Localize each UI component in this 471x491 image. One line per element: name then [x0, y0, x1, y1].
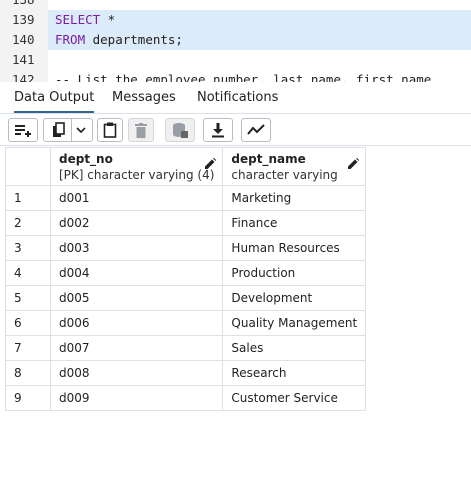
editor-line: 141 [0, 50, 471, 70]
table-row[interactable]: 7 d007 Sales [5, 335, 367, 361]
editor-line: 139 SELECT * [0, 10, 471, 30]
tab-messages[interactable]: Messages [112, 89, 176, 113]
table-row[interactable]: 5 d005 Development [5, 285, 367, 311]
grid-header-row: dept_no [PK] character varying (4) dept_… [5, 147, 367, 186]
cell-dept-name[interactable]: Finance [222, 210, 367, 236]
cell-dept-name[interactable]: Human Resources [222, 235, 367, 261]
results-tab-bar: Data Output Messages Notifications [0, 82, 471, 114]
copy-button-group[interactable] [43, 118, 93, 142]
row-number[interactable]: 3 [5, 235, 51, 261]
save-data-icon [173, 123, 188, 138]
results-toolbar [0, 114, 471, 146]
table-row[interactable]: 6 d006 Quality Management [5, 310, 367, 336]
cell-dept-name[interactable]: Sales [222, 335, 367, 361]
copy-icon [52, 122, 65, 137]
cell-dept-name[interactable]: Production [222, 260, 367, 286]
cell-dept-no[interactable]: d004 [49, 260, 224, 286]
graph-visualiser-icon [247, 124, 265, 135]
column-header-content: dept_no [PK] character varying (4) [59, 152, 217, 183]
editor-line: 142 -- List the employee number, last na… [0, 70, 471, 82]
cell-dept-no[interactable]: d003 [49, 235, 224, 261]
sql-editor[interactable]: 138 139 SELECT * 140 FROM departments; 1… [0, 0, 471, 82]
save-data-button[interactable] [165, 118, 195, 142]
row-number[interactable]: 1 [5, 185, 51, 211]
row-number[interactable]: 2 [5, 210, 51, 236]
add-row-icon [15, 125, 31, 137]
paste-button[interactable] [97, 118, 123, 142]
edit-pencil-icon[interactable] [348, 158, 360, 169]
dropdown-chevron-icon [75, 127, 86, 134]
table-row[interactable]: 4 d004 Production [5, 260, 367, 286]
column-header-dept-name[interactable]: dept_name character varying [222, 147, 367, 186]
line-number: 139 [12, 12, 35, 27]
results-grid: dept_no [PK] character varying (4) dept_… [5, 147, 367, 411]
row-number-header [5, 147, 51, 186]
add-row-button[interactable] [8, 118, 38, 142]
cell-dept-no[interactable]: d002 [49, 210, 224, 236]
column-header-dept-no[interactable]: dept_no [PK] character varying (4) [49, 147, 224, 186]
row-number[interactable]: 9 [5, 385, 51, 411]
table-row[interactable]: 2 d002 Finance [5, 210, 367, 236]
table-row[interactable]: 1 d001 Marketing [5, 185, 367, 211]
cell-dept-name[interactable]: Customer Service [222, 385, 367, 411]
table-row[interactable]: 8 d008 Research [5, 360, 367, 386]
code-rest: departments; [85, 32, 183, 47]
sql-keyword: FROM [55, 32, 86, 47]
column-header-content: dept_name character varying [231, 152, 360, 183]
table-row[interactable]: 3 d003 Human Resources [5, 235, 367, 261]
cell-dept-name[interactable]: Marketing [222, 185, 367, 211]
line-number: 142 [12, 72, 35, 82]
cell-dept-no[interactable]: d009 [49, 385, 224, 411]
code-rest: * [100, 12, 116, 27]
cell-dept-no[interactable]: d007 [49, 335, 224, 361]
column-type: character varying [231, 168, 338, 182]
column-name: dept_name [231, 152, 306, 166]
delete-button[interactable] [128, 118, 154, 142]
cell-dept-no[interactable]: d006 [49, 310, 224, 336]
line-number: 138 [12, 0, 42, 10]
button-divider [70, 119, 72, 141]
edit-pencil-icon[interactable] [205, 158, 217, 169]
code-text: FROM departments; [55, 30, 183, 50]
row-number[interactable]: 8 [5, 360, 51, 386]
row-number[interactable]: 5 [5, 285, 51, 311]
row-number[interactable]: 7 [5, 335, 51, 361]
cell-dept-no[interactable]: d001 [49, 185, 224, 211]
data-grid-area: dept_no [PK] character varying (4) dept_… [0, 147, 471, 491]
sql-keyword: SELECT [55, 12, 101, 27]
paste-icon [103, 122, 117, 138]
download-button[interactable] [203, 118, 233, 142]
column-type: [PK] character varying (4) [59, 168, 215, 182]
code-text: SELECT * [55, 10, 115, 30]
download-icon [212, 123, 224, 138]
row-number[interactable]: 4 [5, 260, 51, 286]
tab-notifications[interactable]: Notifications [197, 89, 278, 113]
table-row[interactable]: 9 d009 Customer Service [5, 385, 367, 411]
cell-dept-no[interactable]: d005 [49, 285, 224, 311]
cell-dept-name[interactable]: Quality Management [222, 310, 367, 336]
line-number: 141 [12, 52, 35, 67]
cell-dept-name[interactable]: Development [222, 285, 367, 311]
editor-line: 140 FROM departments; [0, 30, 471, 50]
tab-data-output[interactable]: Data Output [14, 89, 95, 113]
row-number[interactable]: 6 [5, 310, 51, 336]
editor-line: 138 [0, 0, 471, 10]
graph-visualiser-button[interactable] [241, 118, 271, 142]
line-number: 140 [12, 32, 35, 47]
column-name: dept_no [59, 152, 113, 166]
cell-dept-name[interactable]: Research [222, 360, 367, 386]
cell-dept-no[interactable]: d008 [49, 360, 224, 386]
sql-comment: -- List the employee number, last name, … [55, 72, 432, 82]
delete-icon [135, 122, 147, 138]
